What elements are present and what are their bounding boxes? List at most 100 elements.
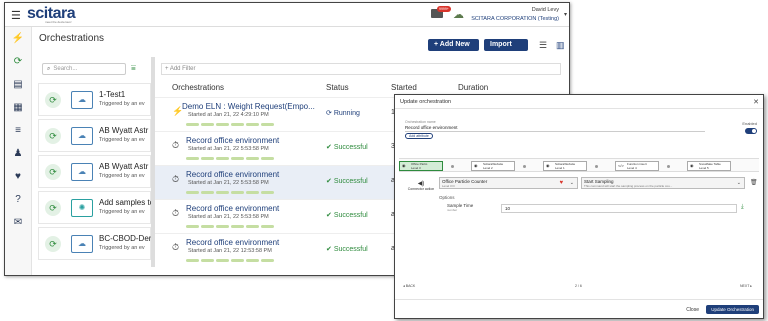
add-filter-input[interactable]: + Add Filter (161, 63, 561, 75)
connector-icon: ◉ (546, 163, 550, 168)
document-icon[interactable]: ▤ (5, 73, 31, 96)
heart-icon: ♥ (559, 180, 563, 186)
grid-view-icon[interactable]: ▥ (556, 40, 565, 51)
status-text: Successful (333, 212, 368, 219)
speaker-icon: ◀) (417, 181, 425, 187)
timer-icon: ⏱ (172, 174, 180, 184)
list-item[interactable]: ⟳ ☁ 1-Test1 Triggered by an ev (38, 83, 151, 116)
trash-icon[interactable]: 🗑 (750, 179, 758, 186)
orchestration-name-field[interactable]: Record office environment (405, 125, 705, 132)
step-sub: Level 1 (555, 165, 565, 170)
back-button[interactable]: ◂ BACK (403, 284, 415, 288)
back-label: BACK (405, 284, 416, 288)
row-tags (186, 257, 276, 264)
sync-icon: ⟳ (45, 92, 61, 108)
status-success: ✔ Successful (326, 246, 368, 253)
plug-icon[interactable]: ⚡ (5, 27, 31, 50)
connector-icon: ◉ (402, 163, 406, 168)
list-item[interactable]: ⟳ ☁ AB Wyatt Astr Triggered by an ev (38, 155, 151, 188)
cloud-folder-icon: ☁ (71, 91, 93, 109)
sync-icon: ⟳ (45, 200, 61, 216)
card-title: AB Wyatt Astr (99, 162, 149, 171)
chevron-down-icon[interactable]: ▾ (564, 11, 567, 18)
step-connector-dot (451, 165, 454, 168)
page-title: Orchestrations (39, 33, 105, 44)
sample-time-input[interactable]: 10 (501, 204, 737, 213)
sample-time-label: Sample Time number (447, 203, 473, 212)
download-icon[interactable]: ⤓ (741, 204, 744, 211)
chevron-down-icon: ⌄ (736, 180, 741, 186)
step-card[interactable]: ◉ ScitaraWebsite Level 2 (471, 161, 515, 171)
card-subtitle: Triggered by an ev (99, 209, 145, 215)
next-button[interactable]: NEXT ▸ (740, 284, 752, 288)
row-name[interactable]: Record office environment (186, 170, 279, 179)
action-select[interactable]: Start Sampling This command will start t… (581, 177, 745, 189)
timer-icon: ⏱ (172, 208, 180, 218)
help-icon[interactable]: ? (5, 188, 31, 211)
row-tags (186, 189, 276, 196)
status-text: Successful (333, 144, 368, 151)
list-item[interactable]: ⟳ ☁ BC-CBOD-Den Triggered by an ev (38, 227, 152, 260)
chat-icon[interactable]: ✉ (5, 211, 31, 234)
step-card[interactable]: ◉ Snowflake Table Level 5 (687, 161, 731, 171)
row-tags (186, 155, 276, 162)
filter-icon[interactable]: ⩸ (131, 63, 136, 73)
search-placeholder: Search... (53, 66, 78, 72)
list-view-icon[interactable]: ☰ (539, 40, 547, 51)
import-button[interactable]: Import (484, 39, 528, 51)
timer-icon: ⏱ (172, 140, 180, 150)
update-orchestration-button[interactable]: Update Orchestration (706, 305, 759, 314)
search-input[interactable]: ⌕ Search... (42, 63, 126, 75)
step-connector-dot (667, 165, 670, 168)
next-label: NEXT (740, 284, 750, 288)
row-name[interactable]: Record office environment (186, 204, 279, 213)
orchestration-name-label: Orchestration name (405, 120, 436, 124)
menu-icon[interactable]: ☰ (11, 9, 21, 22)
connector-select[interactable]: Office Particle Counter Level 3 D ♥ ⌄ (439, 177, 578, 189)
row-name[interactable]: Record office environment (186, 136, 279, 145)
orchestration-list: ⌕ Search... ⩸ ⟳ ☁ 1-Test1 Triggered by an ev… (38, 57, 152, 275)
heartbeat-icon[interactable]: ♥ (5, 165, 31, 188)
card-subtitle: Triggered by an ev (99, 245, 145, 251)
step-connector-dot (595, 165, 598, 168)
status-text: Successful (333, 246, 368, 253)
card-subtitle: Triggered by an ev (99, 173, 145, 179)
code-icon: </> (618, 163, 624, 168)
sync-icon: ⟳ (45, 128, 61, 144)
add-attribute-button[interactable]: Add attribute (405, 133, 433, 139)
add-new-button[interactable]: + Add New (428, 39, 479, 51)
orchestrations-icon[interactable]: ⟳ (5, 50, 31, 73)
step-card[interactable]: ◉ Office Partic. Level 3 (399, 161, 443, 171)
chevron-down-icon: ⌄ (569, 180, 574, 186)
users-icon[interactable]: ♟ (5, 142, 31, 165)
connector-action-label: Connector action (407, 187, 435, 191)
close-button[interactable]: Close (686, 307, 699, 313)
action-sub: This command will start the sampling pro… (584, 184, 673, 188)
row-name[interactable]: Demo ELN : Weight Request(Empo... (182, 102, 315, 111)
sync-icon: ⟳ (45, 164, 61, 180)
close-icon[interactable]: ✕ (753, 98, 759, 106)
row-started: Started at Jan 21, 22 12:53:58 PM (188, 248, 272, 254)
step-pipeline: ◉ Office Partic. Level 3 ◉ ScitaraWebsite Le… (399, 158, 759, 172)
step-card[interactable]: ◉ ScitaraWebsite Level 1 (543, 161, 587, 171)
step-card[interactable]: </> Function insert Level 4 (615, 161, 659, 171)
list-icon[interactable]: ≡ (5, 119, 31, 142)
row-started: Started at Jan 21, 22 5:53:58 PM (188, 214, 269, 220)
cloud-icon[interactable]: ☁ (453, 8, 464, 21)
enabled-toggle[interactable] (745, 128, 757, 134)
card-title: BC-CBOD-Den (99, 234, 152, 243)
connector-action[interactable]: ◀) Connector action (407, 180, 435, 191)
cloud-folder-icon: ☁ (71, 127, 93, 145)
user-menu[interactable]: David Levy SCITARA CORPORATION (Testing) (471, 6, 559, 24)
row-name[interactable]: Record office environment (186, 238, 279, 247)
step-sub: Level 3 (411, 165, 421, 170)
list-item[interactable]: ⟳ ✺ Add samples tc Triggered by an ev (38, 191, 152, 224)
column-header-status: Status (326, 83, 349, 92)
status-success: ✔ Successful (326, 178, 368, 185)
row-tags (186, 223, 276, 230)
column-header-duration: Duration (458, 83, 489, 92)
column-header-orchestrations: Orchestrations (172, 83, 225, 92)
list-item[interactable]: ⟳ ☁ AB Wyatt Astr Triggered by an ev (38, 119, 151, 152)
chart-icon[interactable]: ▦ (5, 96, 31, 119)
card-title: AB Wyatt Astr (99, 126, 149, 135)
